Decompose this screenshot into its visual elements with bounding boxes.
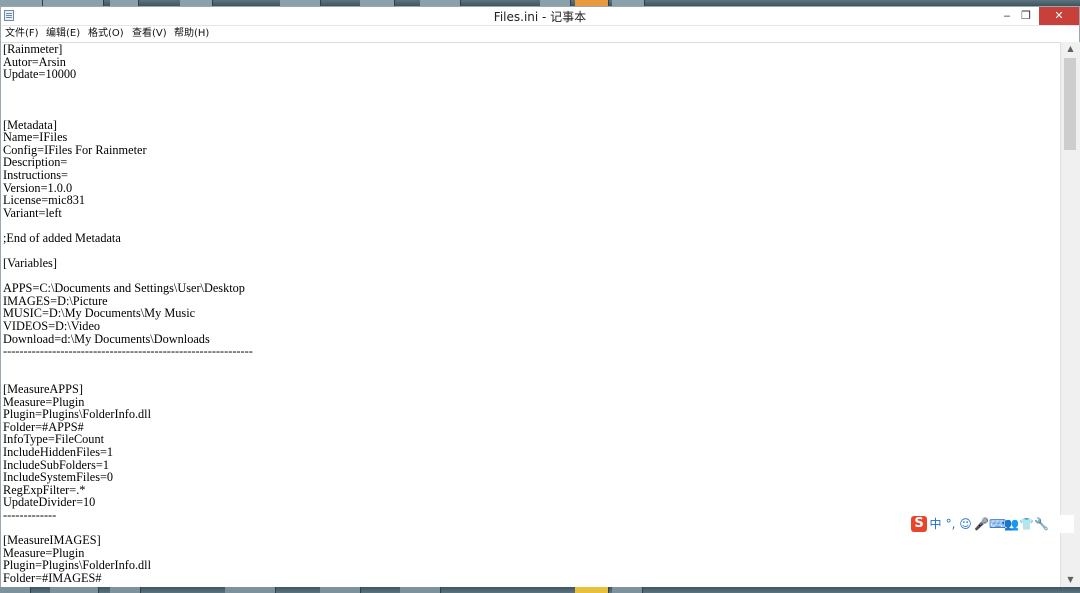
window-title: Files.ini - 记事本 bbox=[493, 10, 587, 24]
text-line[interactable] bbox=[3, 93, 253, 106]
text-line[interactable]: Instructions= bbox=[3, 169, 253, 182]
text-line[interactable] bbox=[3, 106, 253, 119]
text-line[interactable]: Plugin=Plugins\FolderInfo.dll bbox=[3, 408, 253, 421]
restore-button[interactable]: ❐ bbox=[1012, 7, 1040, 25]
scroll-up-icon[interactable]: ▲ bbox=[1061, 42, 1080, 56]
ime-punctuation-icon[interactable]: °, bbox=[944, 515, 957, 533]
scroll-down-icon[interactable]: ▼ bbox=[1061, 573, 1080, 587]
editor-content[interactable]: [Rainmeter] Autor=Arsin Update=10000 [Metad… bbox=[3, 43, 253, 585]
close-button[interactable]: ✕ bbox=[1039, 7, 1079, 25]
text-editor-area[interactable]: [Rainmeter] Autor=Arsin Update=10000 [Metad… bbox=[1, 42, 1060, 588]
ime-keyboard-icon[interactable]: ⌨ bbox=[989, 515, 1006, 533]
text-line[interactable] bbox=[3, 358, 253, 371]
ime-chinese-mode-icon[interactable]: 中 bbox=[929, 515, 942, 533]
menu-format[interactable]: 格式(O) bbox=[86, 26, 126, 41]
menu-edit[interactable]: 编辑(E) bbox=[44, 26, 82, 41]
vertical-scrollbar[interactable]: ▲ ▼ bbox=[1060, 42, 1080, 587]
ime-toolbar: S 中 °, ☺ 🎤 ⌨ 👥 👕 🔧 bbox=[911, 515, 1074, 533]
text-line[interactable]: Name=IFiles bbox=[3, 131, 253, 144]
text-line[interactable] bbox=[3, 81, 253, 94]
menu-bar: 文件(F) 编辑(E) 格式(O) 查看(V) 帮助(H) bbox=[1, 26, 1079, 41]
text-line[interactable]: [MeasureIMAGES] bbox=[3, 534, 253, 547]
menu-view[interactable]: 查看(V) bbox=[130, 26, 169, 41]
text-line[interactable]: ;End of added Metadata bbox=[3, 232, 253, 245]
taskbar-bottom-edge bbox=[0, 587, 1080, 593]
text-line[interactable]: ----------------------------------------… bbox=[3, 345, 253, 358]
ime-settings-icon[interactable]: 🔧 bbox=[1034, 515, 1049, 533]
text-line[interactable]: ------------- bbox=[3, 509, 253, 522]
text-line[interactable]: Variant=left bbox=[3, 207, 253, 220]
text-line[interactable]: IncludeHiddenFiles=1 bbox=[3, 446, 253, 459]
text-line[interactable]: License=mic831 bbox=[3, 194, 253, 207]
notepad-window: Files.ini - 记事本 ‒ ❐ ✕ 文件(F) 编辑(E) 格式(O) … bbox=[0, 6, 1080, 588]
ime-user-icon[interactable]: 👥 bbox=[1004, 515, 1019, 533]
text-line[interactable]: VIDEOS=D:\Video bbox=[3, 320, 253, 333]
scrollbar-thumb[interactable] bbox=[1064, 58, 1076, 150]
text-line[interactable]: APPS=C:\Documents and Settings\User\Desk… bbox=[3, 282, 253, 295]
title-bar[interactable]: Files.ini - 记事本 ‒ ❐ ✕ bbox=[1, 7, 1079, 26]
menu-file[interactable]: 文件(F) bbox=[3, 26, 41, 41]
ime-skin-icon[interactable]: 👕 bbox=[1019, 515, 1034, 533]
menu-help[interactable]: 帮助(H) bbox=[172, 26, 211, 41]
ime-voice-icon[interactable]: 🎤 bbox=[974, 515, 989, 533]
text-line[interactable]: [Variables] bbox=[3, 257, 253, 270]
text-line[interactable]: IncludeSystemFiles=0 bbox=[3, 471, 253, 484]
text-line[interactable]: [MeasureAPPS] bbox=[3, 383, 253, 396]
text-line[interactable]: Folder=#IMAGES# bbox=[3, 572, 253, 585]
sogou-logo-icon[interactable]: S bbox=[911, 516, 927, 532]
ime-emoji-icon[interactable]: ☺ bbox=[959, 515, 972, 533]
text-line[interactable]: Update=10000 bbox=[3, 68, 253, 81]
text-line[interactable]: [Rainmeter] bbox=[3, 43, 253, 56]
